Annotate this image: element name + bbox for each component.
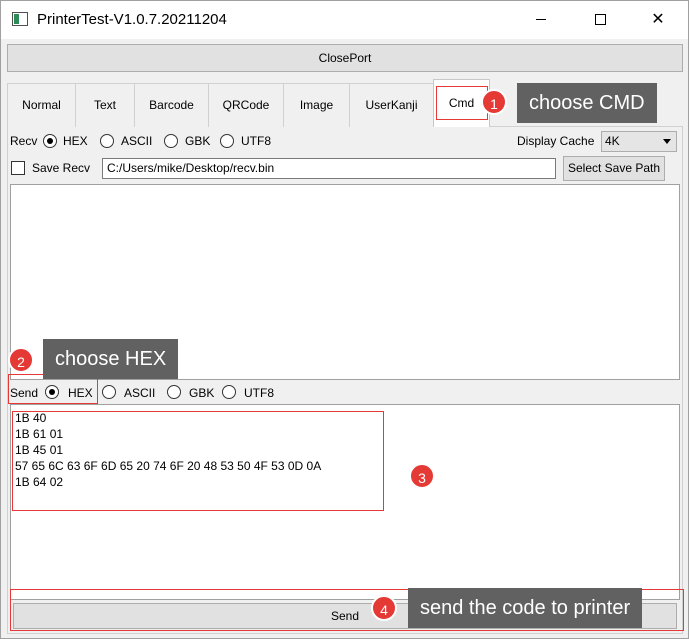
- send-gbk-radio[interactable]: [167, 385, 181, 399]
- maximize-button[interactable]: [577, 1, 623, 39]
- recv-hex-label[interactable]: HEX: [63, 134, 88, 148]
- send-hex-label[interactable]: HEX: [68, 386, 93, 400]
- chevron-down-icon: [663, 139, 671, 144]
- send-gbk-label[interactable]: GBK: [189, 386, 214, 400]
- callout-send-code: send the code to printer: [408, 588, 643, 628]
- step-3-badge: 3: [409, 463, 435, 489]
- callout-choose-hex: choose HEX: [43, 339, 179, 379]
- send-line: 1B 40: [15, 411, 47, 425]
- select-save-path-button[interactable]: Select Save Path: [563, 156, 665, 181]
- closeport-button[interactable]: ClosePort: [7, 44, 683, 72]
- tab-normal[interactable]: Normal: [7, 83, 76, 127]
- recv-gbk-label[interactable]: GBK: [185, 134, 210, 148]
- callout-choose-cmd: choose CMD: [517, 83, 657, 123]
- step-4-badge: 4: [371, 595, 397, 621]
- display-cache-select[interactable]: 4K: [601, 131, 677, 152]
- send-line: 1B 45 01: [15, 443, 64, 457]
- tab-userkanji[interactable]: UserKanji: [349, 83, 434, 127]
- minimize-button[interactable]: [518, 1, 564, 39]
- recv-gbk-radio[interactable]: [164, 134, 178, 148]
- step-2-badge: 2: [8, 347, 34, 373]
- send-line: 57 65 6C 63 6F 6D 65 20 74 6F 20 48 53 5…: [15, 459, 322, 473]
- minimize-icon: [536, 19, 546, 21]
- app-icon: [12, 12, 28, 26]
- display-cache-label: Display Cache: [517, 134, 595, 148]
- save-recv-label[interactable]: Save Recv: [32, 161, 90, 175]
- tab-qrcode[interactable]: QRCode: [208, 83, 284, 127]
- tab-image[interactable]: Image: [283, 83, 350, 127]
- send-ascii-label[interactable]: ASCII: [124, 386, 155, 400]
- recv-ascii-label[interactable]: ASCII: [121, 134, 152, 148]
- save-recv-checkbox[interactable]: [11, 161, 25, 175]
- send-hex-radio[interactable]: [45, 385, 59, 399]
- save-path-input[interactable]: C:/Users/mike/Desktop/recv.bin: [102, 158, 556, 179]
- send-ascii-radio[interactable]: [102, 385, 116, 399]
- tab-text[interactable]: Text: [75, 83, 135, 127]
- step-1-badge: 1: [481, 89, 507, 115]
- window-title: PrinterTest-V1.0.7.20211204: [37, 11, 227, 28]
- send-utf8-label[interactable]: UTF8: [244, 386, 274, 400]
- send-label: Send: [10, 386, 39, 400]
- recv-label: Recv: [10, 134, 38, 148]
- close-icon: ✕: [651, 11, 665, 28]
- tab-barcode[interactable]: Barcode: [134, 83, 209, 127]
- send-line: 1B 64 02: [15, 475, 64, 489]
- send-line: 1B 61 01: [15, 427, 64, 441]
- title-bar[interactable]: PrinterTest-V1.0.7.20211204 ✕: [1, 1, 688, 39]
- recv-utf8-radio[interactable]: [220, 134, 234, 148]
- recv-ascii-radio[interactable]: [100, 134, 114, 148]
- send-textarea[interactable]: 1B 40 1B 61 01 1B 45 01 57 65 6C 63 6F 6…: [10, 404, 680, 600]
- recv-hex-radio[interactable]: [43, 134, 57, 148]
- maximize-icon: [594, 14, 606, 26]
- send-utf8-radio[interactable]: [222, 385, 236, 399]
- close-button[interactable]: ✕: [635, 1, 681, 39]
- recv-utf8-label[interactable]: UTF8: [241, 134, 271, 148]
- display-cache-value: 4K: [605, 134, 620, 148]
